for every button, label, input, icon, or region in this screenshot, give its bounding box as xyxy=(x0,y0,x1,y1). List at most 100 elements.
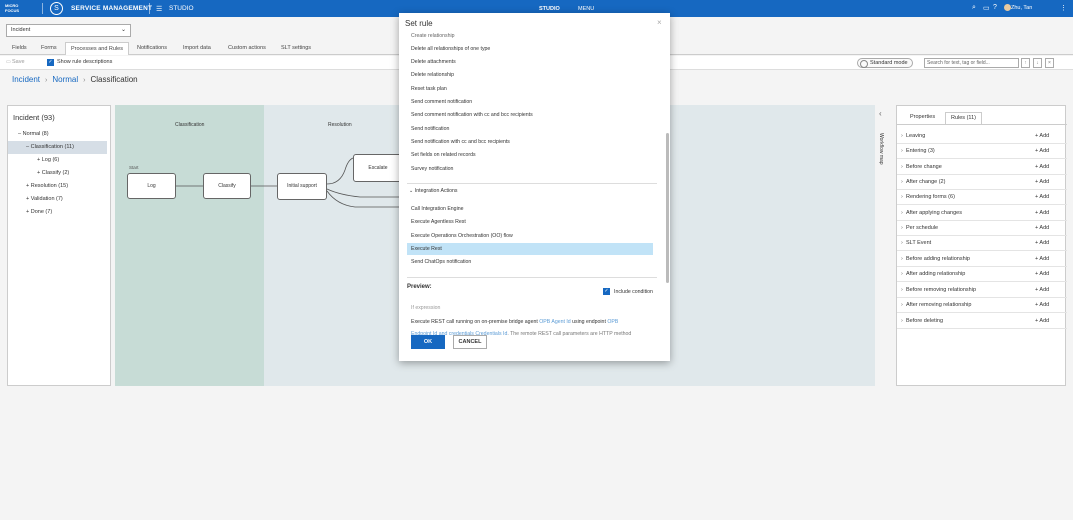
tab-forms[interactable]: Forms xyxy=(36,42,62,55)
list-item[interactable]: Delete relationship xyxy=(407,69,653,81)
add-rule-button[interactable]: + Add xyxy=(1035,190,1049,205)
rule-row[interactable]: SLT Event+ Add xyxy=(897,236,1067,251)
search-down-icon[interactable]: ↓ xyxy=(1033,58,1042,68)
rule-row[interactable]: After removing relationship+ Add xyxy=(897,298,1067,313)
rule-row[interactable]: Per schedule+ Add xyxy=(897,221,1067,236)
list-item[interactable]: Send ChatOps notification xyxy=(407,256,653,268)
rule-row[interactable]: Before deleting+ Add xyxy=(897,314,1067,329)
smax-logo-icon: S xyxy=(50,2,63,15)
group-integration-actions[interactable]: ⌄ Integration Actions xyxy=(409,188,458,194)
breadcrumb-current: Classification xyxy=(90,75,138,84)
rule-row[interactable]: After applying changes+ Add xyxy=(897,206,1067,221)
add-rule-button[interactable]: + Add xyxy=(1035,283,1049,298)
add-rule-button[interactable]: + Add xyxy=(1035,314,1049,329)
divider xyxy=(149,3,150,14)
list-item[interactable]: Send notification with cc and bcc recipi… xyxy=(407,136,653,148)
breadcrumb: Incident › Normal › Classification xyxy=(12,75,138,84)
add-rule-button[interactable]: + Add xyxy=(1035,267,1049,282)
list-item[interactable]: Survey notification xyxy=(407,163,653,175)
rule-row[interactable]: After adding relationship+ Add xyxy=(897,267,1067,282)
tree-node-log[interactable]: + Log (6) xyxy=(8,154,112,167)
tree-node-validation[interactable]: + Validation (7) xyxy=(8,193,112,206)
search-input[interactable]: Search for text, tag or field... xyxy=(924,58,1019,68)
node-escalate[interactable]: Escalate xyxy=(353,154,403,182)
breadcrumb-normal[interactable]: Normal xyxy=(52,75,78,84)
more-icon[interactable]: ⋮ xyxy=(1060,4,1067,12)
include-condition-checkbox[interactable]: ✓ xyxy=(603,288,610,295)
breadcrumb-incident[interactable]: Incident xyxy=(12,75,40,84)
tree-node-classify[interactable]: + Classify (2) xyxy=(8,167,112,180)
search-clear-icon[interactable]: × xyxy=(1045,58,1054,68)
node-initial-support[interactable]: Initial support xyxy=(277,173,327,200)
rule-row[interactable]: Before change+ Add xyxy=(897,160,1067,175)
list-item[interactable]: Send comment notification with cc and bc… xyxy=(407,109,653,121)
node-classify[interactable]: Classify xyxy=(203,173,251,199)
list-item[interactable]: Send comment notification xyxy=(407,96,653,108)
list-item[interactable]: Execute Operations Orchestration (OO) fl… xyxy=(407,230,653,242)
add-rule-button[interactable]: + Add xyxy=(1035,144,1049,159)
tree-node-normal[interactable]: – Normal (8) xyxy=(8,128,112,141)
add-rule-button[interactable]: + Add xyxy=(1035,175,1049,190)
add-rule-button[interactable]: + Add xyxy=(1035,221,1049,236)
tab-menu[interactable]: MENU xyxy=(578,6,594,12)
rule-row[interactable]: Before adding relationship+ Add xyxy=(897,252,1067,267)
hamburger-menu-icon[interactable]: ☰ xyxy=(156,5,162,13)
panel-title: Incident (93) xyxy=(13,113,55,122)
chevron-down-icon: ⌄ xyxy=(409,188,414,194)
divider xyxy=(42,3,43,14)
tree-node-done[interactable]: + Done (7) xyxy=(8,206,112,219)
add-rule-button[interactable]: + Add xyxy=(1035,236,1049,251)
tree-node-resolution[interactable]: + Resolution (15) xyxy=(8,180,112,193)
chat-icon[interactable]: ▭ xyxy=(983,4,990,12)
tree-node-classification[interactable]: – Classification (11) xyxy=(8,141,107,154)
list-item[interactable]: Execute Agentless Rest xyxy=(407,216,653,228)
list-item[interactable]: Reset task plan xyxy=(407,83,653,95)
tab-studio[interactable]: STUDIO xyxy=(536,6,563,17)
avatar[interactable] xyxy=(1004,4,1011,11)
rule-row[interactable]: Entering (3)+ Add xyxy=(897,144,1067,159)
ok-button[interactable]: OK xyxy=(411,335,445,349)
preview-text: Execute REST call running on on-premise … xyxy=(411,319,619,325)
search-up-icon[interactable]: ↑ xyxy=(1021,58,1030,68)
dialog-scrollbar[interactable] xyxy=(666,133,669,283)
list-item[interactable]: Set fields on related records xyxy=(407,149,653,161)
tab-slt-settings[interactable]: SLT settings xyxy=(276,42,316,55)
standard-mode-toggle[interactable]: Standard mode xyxy=(857,58,913,68)
list-item[interactable]: Send notification xyxy=(407,123,653,135)
cancel-button[interactable]: CANCEL xyxy=(453,335,487,349)
product-name: SERVICE MANAGEMENT xyxy=(71,5,153,12)
list-item-selected[interactable]: Execute Rest xyxy=(407,243,653,255)
rule-row[interactable]: After change (2)+ Add xyxy=(897,175,1067,190)
search-icon[interactable]: ⌕ xyxy=(972,4,976,12)
tab-processes-and-rules[interactable]: Processes and Rules xyxy=(65,42,129,55)
node-log[interactable]: Log xyxy=(127,173,176,199)
tab-fields[interactable]: Fields xyxy=(7,42,32,55)
rule-action-list: Create relationship Delete all relations… xyxy=(399,33,670,291)
user-name[interactable]: Zhu, Tan xyxy=(1011,5,1032,11)
workflow-map-label: Workflow map xyxy=(878,133,884,165)
workflow-map-toggle[interactable]: ‹ Workflow map xyxy=(876,105,890,386)
add-rule-button[interactable]: + Add xyxy=(1035,252,1049,267)
close-icon[interactable]: × xyxy=(657,18,662,27)
tab-properties[interactable]: Properties xyxy=(905,112,940,124)
list-item[interactable]: Delete attachments xyxy=(407,56,653,68)
add-rule-button[interactable]: + Add xyxy=(1035,298,1049,313)
rule-row[interactable]: Rendering forms (6)+ Add xyxy=(897,190,1067,205)
tab-rules[interactable]: Rules (11) xyxy=(945,112,982,124)
tab-custom-actions[interactable]: Custom actions xyxy=(223,42,271,55)
list-item[interactable]: Call Integration Engine xyxy=(407,203,653,215)
chevron-left-icon: ‹ xyxy=(879,109,882,118)
save-button[interactable]: Save xyxy=(12,59,25,65)
list-item[interactable]: Create relationship xyxy=(407,33,653,42)
rule-row[interactable]: Leaving+ Add xyxy=(897,129,1067,144)
record-type-select[interactable]: Incident ⌄ xyxy=(6,24,131,37)
rule-row[interactable]: Before removing relationship+ Add xyxy=(897,283,1067,298)
add-rule-button[interactable]: + Add xyxy=(1035,160,1049,175)
help-icon[interactable]: ? xyxy=(993,4,997,11)
list-item[interactable]: Delete all relationships of one type xyxy=(407,43,653,55)
add-rule-button[interactable]: + Add xyxy=(1035,129,1049,144)
show-descriptions-checkbox[interactable]: ✓ xyxy=(47,59,54,66)
tab-import-data[interactable]: Import data xyxy=(178,42,216,55)
tab-notifications[interactable]: Notifications xyxy=(132,42,172,55)
add-rule-button[interactable]: + Add xyxy=(1035,206,1049,221)
